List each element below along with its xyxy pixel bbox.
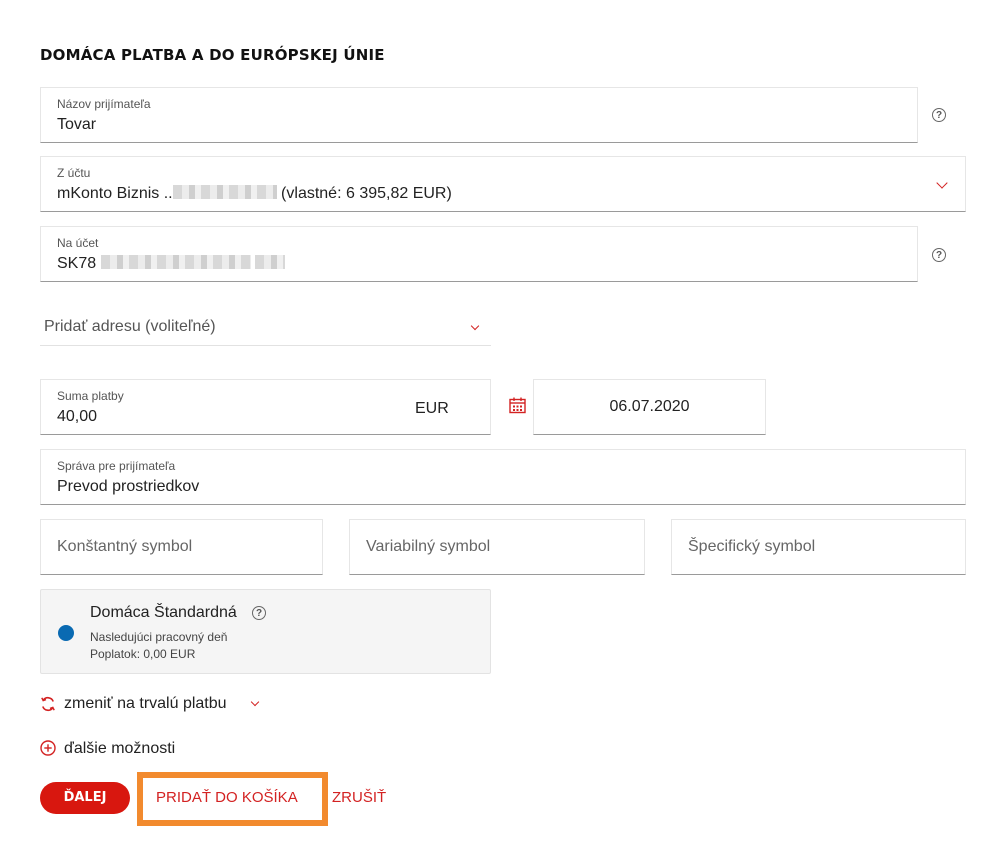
- chevron-down-icon: [250, 697, 260, 707]
- standing-order-link[interactable]: zmeniť na trvalú platbu: [40, 694, 280, 716]
- cancel-button[interactable]: ZRUŠIŤ: [332, 789, 386, 806]
- chevron-down-icon[interactable]: [470, 321, 480, 331]
- help-icon[interactable]: ?: [932, 248, 946, 262]
- chevron-down-icon[interactable]: [936, 177, 948, 189]
- add-to-cart-button[interactable]: PRIDAŤ DO KOŠÍKA: [156, 789, 298, 806]
- payment-type-radio[interactable]: [58, 625, 74, 641]
- currency-label: EUR: [415, 400, 449, 417]
- specific-symbol-input[interactable]: Špecifický symbol: [671, 519, 966, 575]
- help-icon[interactable]: ?: [252, 606, 266, 620]
- standing-order-label: zmeniť na trvalú platbu: [64, 695, 227, 712]
- page-title: DOMÁCA PLATBA A DO EURÓPSKEJ ÚNIE: [40, 46, 385, 64]
- message-label: Správa pre prijímateľa: [57, 459, 176, 473]
- date-value: 06.07.2020: [609, 398, 690, 415]
- payment-type-detail: Nasledujúci pracovný deň: [90, 630, 228, 644]
- payment-type-name: Domáca Štandardná: [90, 604, 237, 621]
- message-value: Prevod prostriedkov: [57, 478, 200, 495]
- address-dropdown[interactable]: Pridať adresu (voliteľné): [40, 310, 491, 346]
- plus-circle-icon: [40, 740, 56, 756]
- to-account-field[interactable]: Na účet SK78: [40, 226, 918, 282]
- from-account-value: mKonto Biznis .. (vlastné: 6 395,82 EUR): [57, 185, 452, 202]
- masked-account-number: [172, 185, 277, 199]
- help-icon[interactable]: ?: [932, 108, 946, 122]
- recipient-name-value: Tovar: [57, 116, 97, 133]
- masked-iban: [100, 255, 251, 269]
- to-account-value: SK78: [57, 255, 286, 273]
- amount-label: Suma platby: [57, 389, 124, 403]
- calendar-icon[interactable]: [509, 397, 526, 414]
- payment-fee: Poplatok: 0,00 EUR: [90, 647, 196, 661]
- variable-symbol-placeholder: Variabilný symbol: [366, 538, 491, 555]
- constant-symbol-input[interactable]: Konštantný symbol: [40, 519, 323, 575]
- recipient-name-field[interactable]: Názov prijímateľa Tovar: [40, 87, 918, 143]
- constant-symbol-placeholder: Konštantný symbol: [57, 538, 193, 555]
- address-placeholder: Pridať adresu (voliteľné): [44, 318, 216, 335]
- amount-value: 40,00: [57, 408, 98, 425]
- from-account-label: Z účtu: [57, 166, 91, 180]
- date-field[interactable]: 06.07.2020: [533, 379, 766, 435]
- next-button[interactable]: ĎALEJ: [40, 782, 130, 814]
- message-field[interactable]: Správa pre prijímateľa Prevod prostriedk…: [40, 449, 966, 505]
- specific-symbol-placeholder: Špecifický symbol: [688, 538, 816, 555]
- payment-type-card[interactable]: Domáca Štandardná ? Nasledujúci pracovný…: [40, 589, 491, 674]
- from-account-select[interactable]: Z účtu mKonto Biznis .. (vlastné: 6 395,…: [40, 156, 966, 212]
- more-options-link[interactable]: ďalšie možnosti: [40, 739, 200, 761]
- refresh-icon: [41, 696, 55, 712]
- variable-symbol-input[interactable]: Variabilný symbol: [349, 519, 645, 575]
- recipient-name-label: Názov prijímateľa: [57, 97, 151, 111]
- masked-iban-end: [255, 255, 286, 269]
- amount-field[interactable]: Suma platby 40,00 EUR: [40, 379, 491, 435]
- to-account-label: Na účet: [57, 236, 99, 250]
- more-options-label: ďalšie možnosti: [64, 740, 176, 757]
